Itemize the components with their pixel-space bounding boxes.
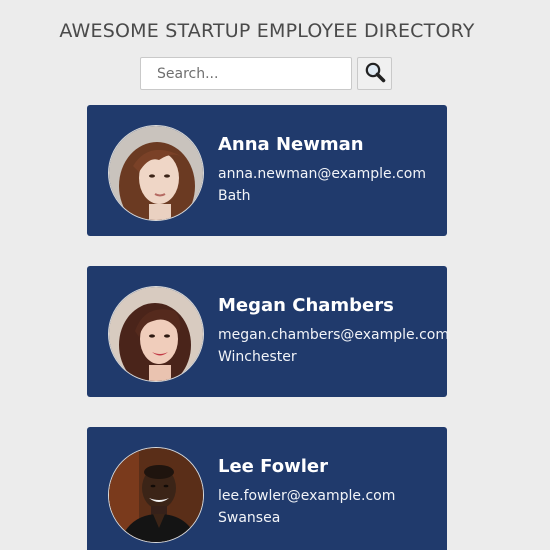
employee-city: Winchester xyxy=(218,349,297,365)
employee-name: Lee Fowler xyxy=(218,456,328,477)
avatar xyxy=(108,447,204,543)
search-button[interactable] xyxy=(357,57,392,90)
search-input[interactable] xyxy=(140,57,352,90)
employee-card[interactable]: Lee Fowler lee.fowler@example.com Swanse… xyxy=(87,427,447,550)
employee-card[interactable]: Anna Newman anna.newman@example.com Bath xyxy=(87,105,447,236)
search-bar xyxy=(140,57,392,90)
employee-city: Bath xyxy=(218,188,251,204)
employee-city: Swansea xyxy=(218,510,281,526)
employee-card[interactable]: Megan Chambers megan.chambers@example.co… xyxy=(87,266,449,397)
employee-email: anna.newman@example.com xyxy=(218,166,426,182)
employee-info: Lee Fowler lee.fowler@example.com Swanse… xyxy=(218,455,395,529)
employee-directory-page: AWESOME STARTUP EMPLOYEE DIRECTORY Searc… xyxy=(0,0,550,550)
employee-info: Anna Newman anna.newman@example.com Bath xyxy=(218,133,426,207)
magnifier-icon xyxy=(364,61,386,86)
avatar xyxy=(108,286,204,382)
page-title: AWESOME STARTUP EMPLOYEE DIRECTORY xyxy=(59,20,475,42)
employee-name: Anna Newman xyxy=(218,134,364,155)
avatar xyxy=(108,125,204,221)
employee-info: Megan Chambers megan.chambers@example.co… xyxy=(218,294,449,368)
employee-name: Megan Chambers xyxy=(218,295,394,316)
employee-email: lee.fowler@example.com xyxy=(218,488,396,504)
employee-email: megan.chambers@example.com xyxy=(218,327,449,343)
